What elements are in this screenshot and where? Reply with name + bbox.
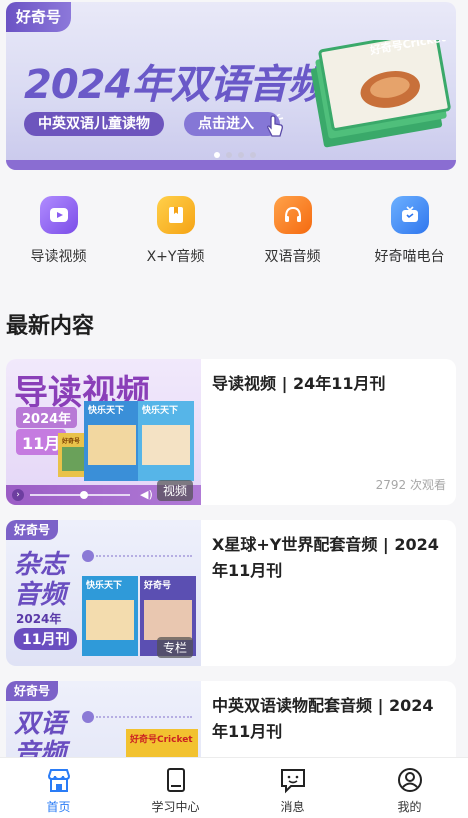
content-card[interactable]: 好奇号 杂志 音频 2024年 11月刊 快乐天下 好奇号 专栏 X星球+Y世界配…: [6, 520, 456, 666]
book-icon: [166, 768, 185, 792]
quick-entry-bilingual-audio[interactable]: 双语音频: [234, 196, 351, 266]
carousel-dot[interactable]: [238, 152, 244, 158]
type-badge: 专栏: [156, 637, 193, 658]
audio-waveform: [82, 711, 192, 723]
play-video-icon: [39, 196, 78, 234]
thumb-year: 2024年: [16, 612, 62, 626]
tab-messages[interactable]: 消息: [234, 758, 351, 818]
message-icon: [280, 769, 305, 794]
quick-entry-guide-video[interactable]: 导读视频: [0, 196, 117, 266]
card-title[interactable]: 导读视频 | 24年11月刊: [212, 371, 448, 397]
tab-label: 学习中心: [151, 800, 200, 814]
magazine-covers-image: 快乐天下 快乐天下 好奇号: [58, 401, 194, 481]
banner-title: 2024年双语音频: [24, 62, 327, 108]
thumb-month: 11月刊: [14, 628, 78, 650]
card-title[interactable]: X星球+Y世界配套音频 | 2024年11月刊: [212, 532, 448, 584]
book-audio-icon: [156, 196, 195, 234]
tab-profile[interactable]: 我的: [351, 758, 468, 818]
quick-entry-label: X+Y音频: [146, 249, 205, 265]
play-icon[interactable]: ›: [12, 489, 24, 501]
svg-text:快乐天下: 快乐天下: [88, 404, 124, 416]
bottom-tab-bar: 首页 学习中心 消息 我的: [0, 757, 468, 818]
carousel-dot[interactable]: [214, 152, 220, 158]
quick-entry-label: 导读视频: [30, 249, 87, 265]
carousel-dot[interactable]: [250, 152, 256, 158]
quick-entry-label: 好奇喵电台: [374, 249, 445, 265]
promo-banner[interactable]: 好奇号 2024年双语音频 中英双语儿童读物 点击进入 好奇号Cricket: [6, 2, 456, 170]
svg-text:好奇号Cricket: 好奇号Cricket: [129, 733, 193, 745]
card-thumbnail[interactable]: 导读视频 2024年 11月 快乐天下 快乐天下 好奇号 › ◀) 视频: [6, 359, 201, 505]
tab-home[interactable]: 首页: [0, 758, 117, 818]
banner-subtitle-pill: 中英双语儿童读物: [24, 112, 164, 136]
banner-bottom-strip: [6, 160, 456, 170]
tv-radio-icon: [390, 196, 429, 234]
quick-entry-radio[interactable]: 好奇喵电台: [351, 196, 468, 266]
tab-label: 消息: [280, 800, 305, 814]
tab-label: 首页: [46, 800, 71, 814]
quick-entry-row: 导读视频 X+Y音频 双语音频 好奇喵电台: [0, 196, 468, 266]
user-icon: [397, 768, 422, 792]
headphones-icon: [273, 196, 312, 234]
view-count: 2792 次观看: [375, 478, 446, 492]
svg-text:好奇号: 好奇号: [143, 579, 171, 591]
card-thumbnail[interactable]: 好奇号 杂志 音频 2024年 11月刊 快乐天下 好奇号 专栏: [6, 520, 201, 666]
tab-learning-center[interactable]: 学习中心: [117, 758, 234, 818]
content-card[interactable]: 导读视频 2024年 11月 快乐天下 快乐天下 好奇号 › ◀) 视频 导读视…: [6, 359, 456, 505]
svg-text:快乐天下: 快乐天下: [86, 579, 122, 591]
home-store-icon: [47, 769, 70, 792]
progress-thumb[interactable]: [80, 491, 88, 499]
svg-text:好奇号: 好奇号: [61, 437, 80, 445]
quick-entry-label: 双语音频: [264, 249, 321, 265]
card-title[interactable]: 中英双语读物配套音频 | 2024年11月刊: [212, 693, 448, 745]
type-badge: 视频: [156, 480, 193, 501]
carousel-dots: [214, 152, 256, 158]
volume-icon[interactable]: ◀): [140, 488, 153, 501]
audio-waveform: [82, 550, 192, 562]
magazine-stack-image: 好奇号Cricket: [310, 40, 451, 148]
thumb-headline: 杂志 音频: [14, 550, 67, 610]
svg-text:快乐天下: 快乐天下: [142, 404, 178, 416]
quick-entry-xy-audio[interactable]: X+Y音频: [117, 196, 234, 266]
banner-brand-tag: 好奇号: [6, 2, 72, 32]
thumb-brand-tag: 好奇号: [6, 681, 59, 701]
section-title: 最新内容: [6, 314, 95, 339]
tab-label: 我的: [397, 800, 422, 814]
app-page: 好奇号 2024年双语音频 中英双语儿童读物 点击进入 好奇号Cricket 导…: [0, 0, 468, 818]
carousel-dot[interactable]: [226, 152, 232, 158]
pointer-hand-icon: [264, 113, 286, 143]
thumb-brand-tag: 好奇号: [6, 520, 59, 540]
